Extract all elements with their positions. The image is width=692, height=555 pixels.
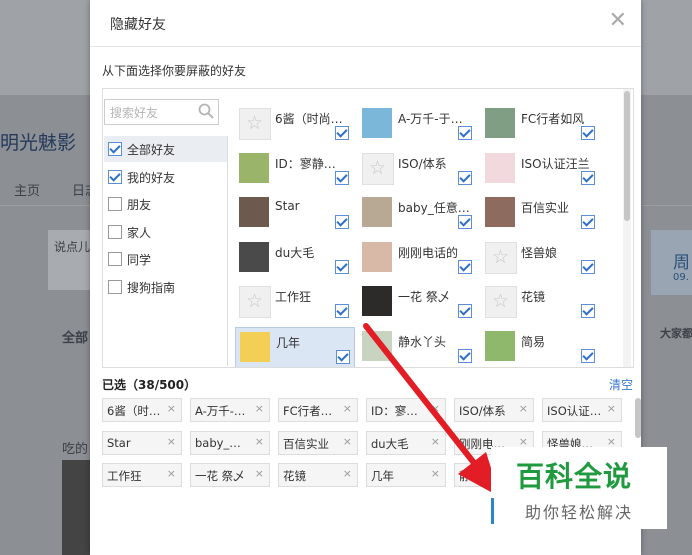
watermark-logo: 百科全说 助你轻松解决 — [491, 447, 667, 529]
watermark-subtitle: 助你轻松解决 — [525, 503, 634, 522]
watermark-bar — [491, 498, 494, 524]
watermark-title: 百科全说 — [516, 460, 633, 493]
